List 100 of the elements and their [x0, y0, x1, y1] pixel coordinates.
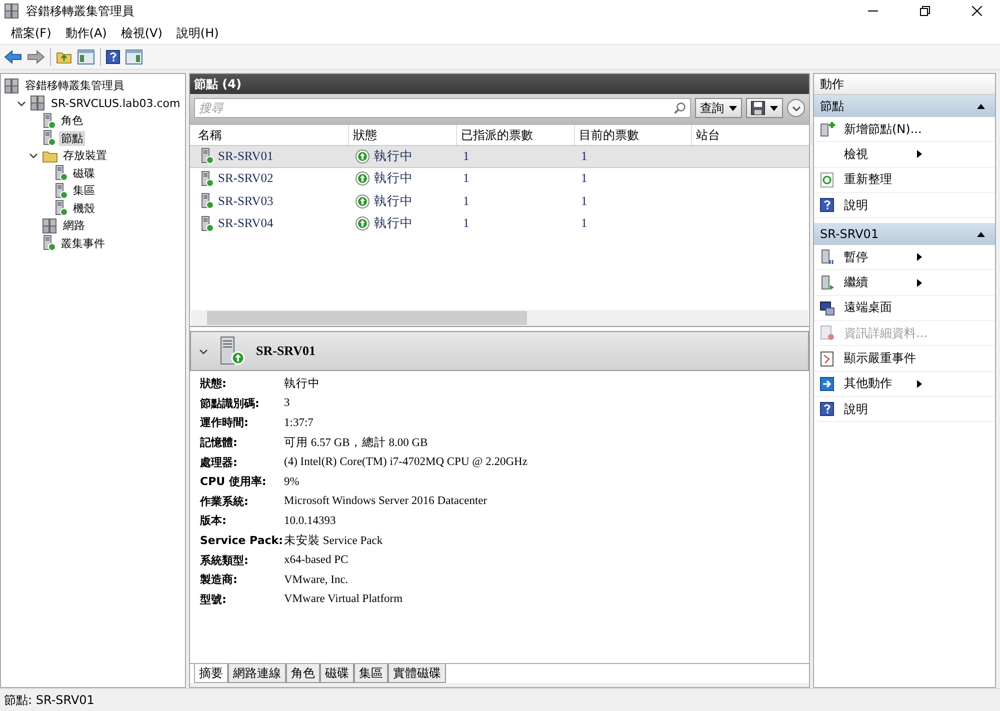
action-item[interactable]: 其他動作 [814, 372, 995, 397]
field-label: 記憶體: [200, 435, 238, 452]
action-item[interactable]: 說明 [814, 192, 995, 218]
node-icon [54, 182, 68, 199]
field-value: VMware Virtual Platform [284, 592, 404, 608]
tab[interactable]: 摘要 [194, 664, 228, 683]
table-cell-text: 1 [462, 148, 470, 164]
query-button[interactable]: 查詢 [695, 98, 742, 118]
help-icon [820, 198, 834, 212]
close-icon [972, 6, 982, 16]
status-text: 執行中 [374, 215, 413, 232]
status-up-icon [355, 216, 370, 232]
expander-icon[interactable] [29, 151, 38, 160]
field-value: x64-based PC [284, 553, 350, 568]
show-action-pane-icon[interactable] [125, 49, 143, 65]
tree-item[interactable]: 容錯移轉叢集管理員 [23, 78, 126, 94]
collapse-icon[interactable] [977, 104, 985, 108]
status-up-icon [355, 148, 370, 164]
field-label: 節點識別碼: [200, 396, 260, 412]
back-arrow-icon[interactable] [4, 50, 22, 64]
save-icon [751, 101, 765, 115]
menu-item[interactable]: 檔案(F) [4, 24, 58, 42]
action-item[interactable]: 檢視 [814, 142, 995, 168]
menu-item[interactable]: 動作(A) [58, 24, 114, 42]
pane-title: 動作 [814, 74, 995, 95]
folder-up-icon[interactable] [56, 50, 72, 64]
field-label: Service Pack: [200, 533, 284, 550]
node-icon [42, 112, 56, 129]
tree-item[interactable]: 網路 [61, 218, 87, 234]
field-value: Microsoft Windows Server 2016 Datacenter [284, 494, 488, 510]
menu-item[interactable]: 說明(H) [169, 24, 226, 42]
section-header[interactable]: SR-SRV01 [814, 223, 995, 246]
field-label: 狀態: [200, 376, 228, 392]
table-cell-text: 1 [580, 171, 588, 186]
tab[interactable]: 集區 [354, 664, 388, 683]
field-label: 型號: [200, 592, 228, 608]
action-item[interactable]: 顯示嚴重事件 [814, 346, 995, 372]
tab[interactable]: 磁碟 [320, 664, 354, 683]
status-text: 執行中 [374, 148, 413, 165]
field-value: (4) Intel(R) Core(TM) i7-4702MQ CPU @ 2.20GHz [284, 455, 528, 470]
menu-item[interactable]: 檢視(V) [114, 24, 170, 42]
action-item[interactable]: 說明 [814, 396, 995, 422]
search-field[interactable]: 搜尋 [194, 98, 691, 118]
table-cell-text: 1 [462, 194, 470, 209]
forward-arrow-icon[interactable] [27, 50, 45, 64]
folder-icon [42, 148, 58, 163]
action-item[interactable]: 繼續 [814, 270, 995, 296]
field-label: 製造商: [200, 572, 238, 588]
action-item[interactable]: 遠端桌面 [814, 296, 995, 322]
collapse-icon[interactable] [199, 346, 208, 356]
table-cell-text: 1 [580, 194, 588, 209]
field-value: 執行中 [284, 376, 321, 392]
node-name: SR-SRV03 [218, 194, 274, 209]
action-item[interactable]: 重新整理 [814, 168, 995, 193]
chevron-icon [792, 104, 800, 112]
node-icon [42, 235, 56, 252]
tab[interactable]: 網路連線 [228, 664, 286, 683]
node-icon [54, 165, 68, 182]
field-value: 9% [284, 474, 300, 490]
section-header[interactable]: 節點 [814, 95, 995, 117]
field-label: 運作時間: [200, 415, 250, 432]
tab[interactable]: 實體磁碟 [388, 664, 446, 683]
show-tree-pane-icon[interactable] [77, 49, 95, 65]
expander-icon[interactable] [17, 98, 26, 108]
table-cell-text: 1 [580, 216, 588, 232]
field-label: CPU 使用率: [200, 474, 268, 490]
field-value: 未安裝 Service Pack [284, 534, 384, 550]
table-cell-text: 1 [580, 148, 588, 164]
tree-item[interactable]: 磁碟 [71, 166, 97, 181]
tree-item[interactable]: 節點 [59, 130, 85, 146]
node-icon [200, 170, 214, 187]
window-title: 容錯移轉叢集管理員 [26, 2, 135, 20]
table-row[interactable]: SR-SRV01 執行中 1 1 [190, 145, 809, 168]
node-icon [200, 193, 214, 210]
tree-item[interactable]: 集區 [71, 183, 97, 198]
tree-item[interactable]: 存放裝置 [61, 148, 109, 164]
table-row[interactable]: SR-SRV03 執行中 1 1 [190, 190, 809, 212]
expand-button[interactable] [787, 99, 805, 117]
action-item[interactable]: 新增節點(N)... [814, 117, 995, 142]
save-query-button[interactable] [746, 98, 783, 118]
refresh-icon [820, 172, 835, 188]
horizontal-scrollbar[interactable] [191, 310, 808, 326]
restore-icon [920, 6, 930, 16]
node-icon [54, 200, 68, 216]
tree-item[interactable]: 叢集事件 [59, 236, 107, 251]
tab[interactable]: 角色 [286, 664, 320, 683]
status-text: 節點: SR-SRV01 [4, 692, 94, 708]
node-name: SR-SRV01 [218, 148, 274, 164]
tree-item[interactable]: 機殼 [71, 200, 97, 216]
collapse-icon[interactable] [977, 232, 985, 237]
remote-desktop-icon [820, 300, 835, 316]
help-icon [820, 402, 834, 416]
help-icon[interactable] [106, 50, 120, 64]
table-row[interactable]: SR-SRV02 執行中 1 1 [190, 168, 809, 190]
action-item[interactable]: 暫停 [814, 245, 995, 270]
search-icon [674, 102, 686, 114]
table-row[interactable]: SR-SRV04 執行中 1 1 [190, 212, 809, 235]
tree-item[interactable]: SR-SRVCLUS.lab03.com [49, 96, 182, 110]
node-icon [42, 130, 56, 146]
tree-item[interactable]: 角色 [59, 113, 85, 128]
